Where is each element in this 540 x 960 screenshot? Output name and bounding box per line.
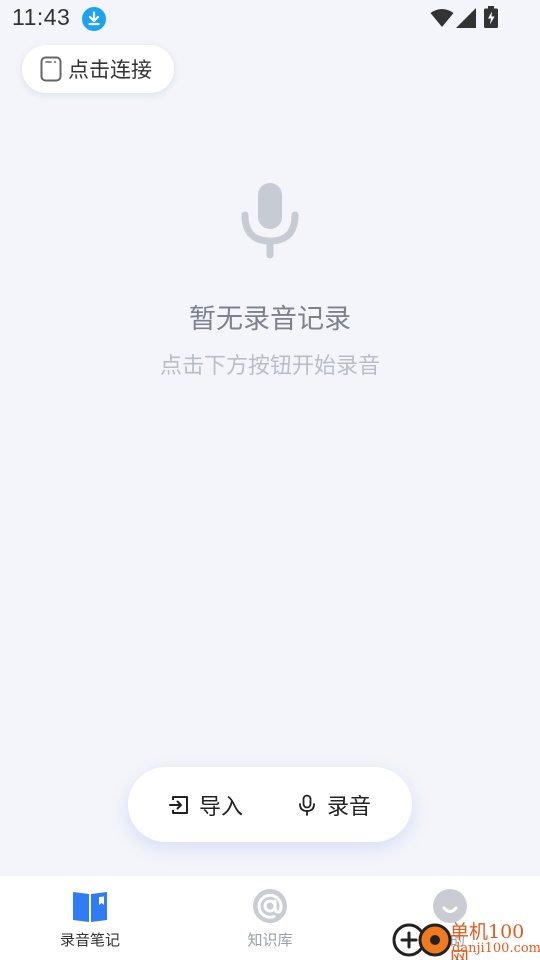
action-bar: 导入 录音 [128, 767, 412, 842]
microphone-icon [241, 183, 299, 259]
watermark-url: danji100.com [452, 941, 540, 956]
status-time: 11:43 [12, 4, 71, 30]
record-button[interactable]: 录音 [296, 767, 371, 842]
tab-recording-notes[interactable]: 录音笔记 [0, 876, 180, 960]
connect-label: 点击连接 [68, 58, 152, 82]
battery-charging-icon [484, 6, 498, 28]
record-label: 录音 [327, 794, 372, 820]
status-bar: 11:43 [0, 0, 540, 38]
microphone-icon [299, 794, 315, 816]
watermark-logo-icon [392, 923, 452, 957]
tab-knowledge-base[interactable]: 知识库 [180, 876, 360, 960]
book-icon [73, 892, 107, 922]
connect-button[interactable]: 点击连接 [22, 45, 174, 93]
tab-label: 知识库 [247, 931, 293, 949]
download-icon [82, 7, 106, 31]
watermark: 单机100网 danji100.com [390, 917, 540, 960]
import-button[interactable]: 导入 [168, 767, 243, 842]
import-label: 导入 [199, 794, 244, 820]
import-icon [169, 795, 188, 814]
signal-icon [456, 8, 476, 28]
empty-state-title: 暂无录音记录 [189, 304, 351, 335]
at-icon [253, 889, 287, 923]
empty-state-subtitle: 点击下方按钮开始录音 [159, 354, 380, 379]
device-icon [40, 56, 62, 82]
tab-label: 录音笔记 [59, 931, 120, 949]
wifi-icon [430, 9, 454, 27]
